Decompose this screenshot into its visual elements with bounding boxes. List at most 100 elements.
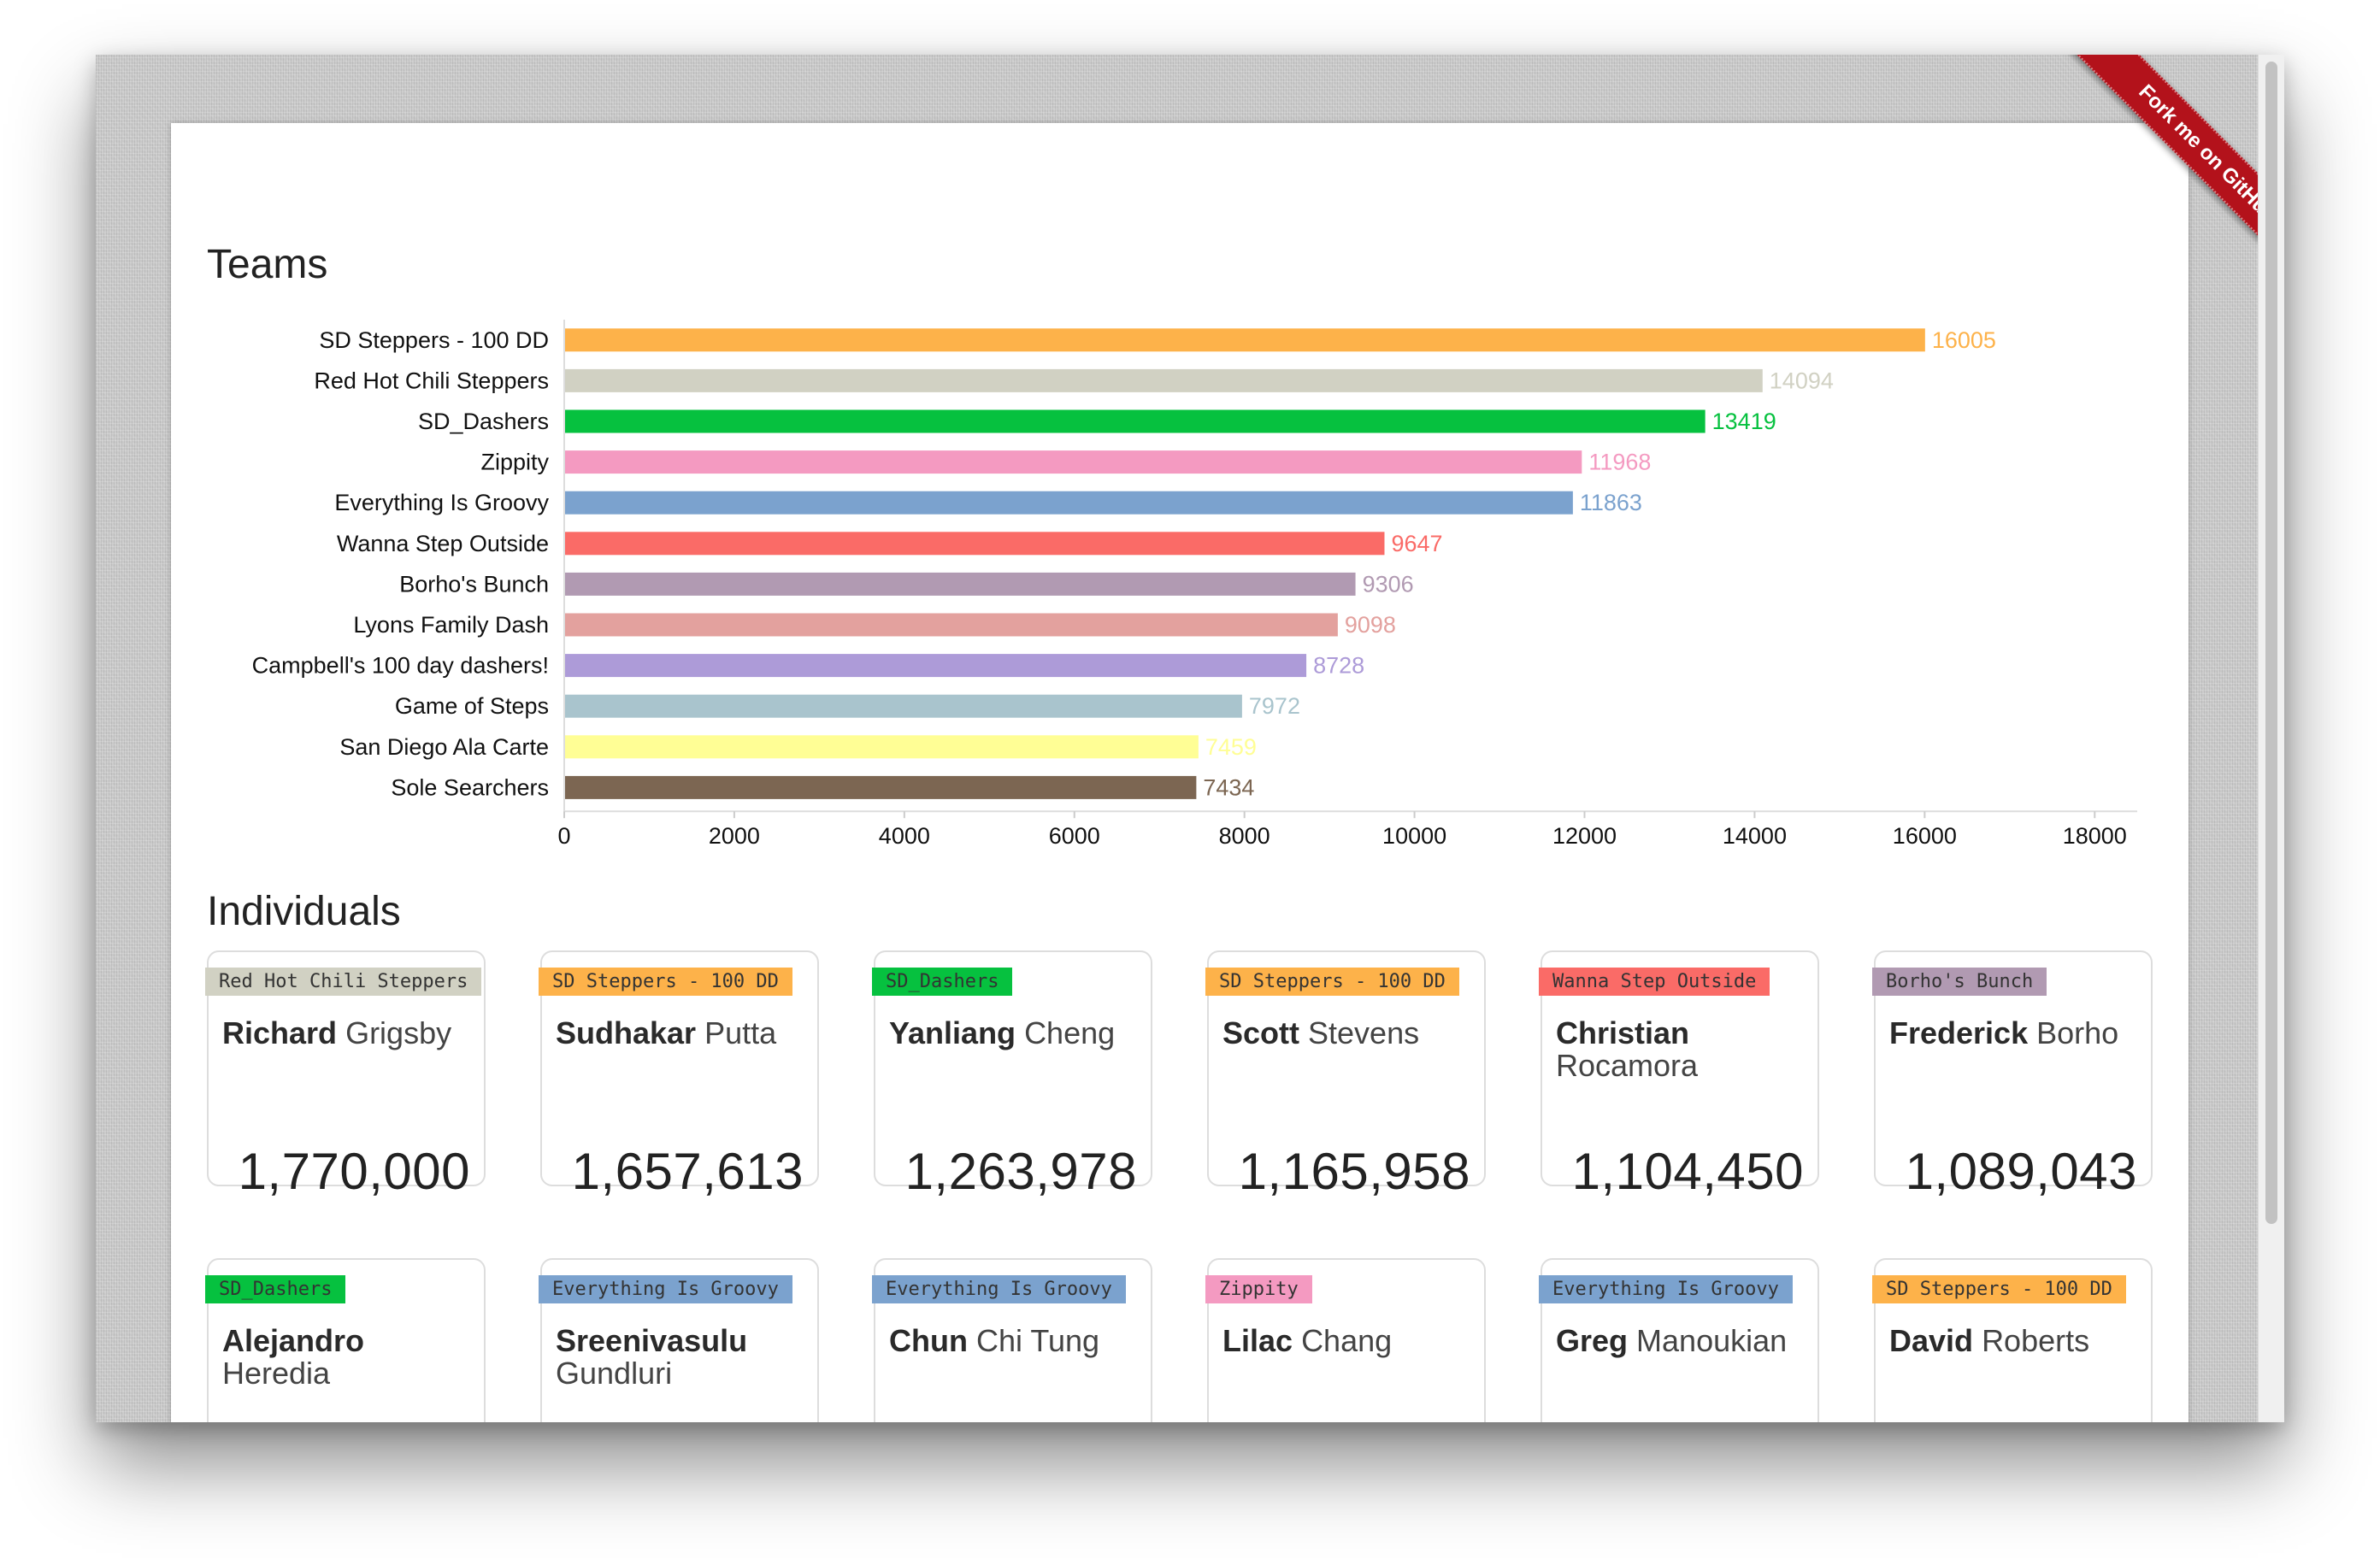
bar	[564, 532, 1385, 556]
individual-card: Everything Is GroovyChun Chi Tung1,052,3…	[872, 1258, 1152, 1422]
x-tick-label: 8000	[1219, 823, 1270, 849]
first-name: Greg	[1556, 1323, 1629, 1358]
bar-value-label: 16005	[1932, 327, 1996, 353]
category-label: SD_Dashers	[418, 409, 549, 434]
individual-card: Red Hot Chili Steppers Richard Grigsby 1,7…	[205, 950, 486, 1200]
person-name: Sudhakar Putta	[556, 1017, 807, 1050]
team-tag: SD Steppers - 100 DD	[1205, 968, 1459, 996]
first-name: Lilac	[1222, 1323, 1293, 1358]
vertical-scrollbar[interactable]	[2258, 55, 2284, 1422]
bar-value-label: 7434	[1203, 774, 1254, 800]
x-tick-label: 14000	[1723, 823, 1787, 849]
person-name: Scott Stevens	[1222, 1017, 1474, 1050]
bar	[564, 735, 1199, 759]
bar-value-label: 8728	[1313, 653, 1364, 679]
category-label: San Diego Ala Carte	[339, 734, 549, 760]
individuals-heading: Individuals	[207, 889, 401, 934]
individual-card: SD_Dashers Yanliang Cheng 1,263,978	[872, 950, 1152, 1200]
person-name: Frederick Borho	[1889, 1017, 2141, 1050]
category-label: Game of Steps	[395, 693, 549, 719]
step-count: 1,263,978	[904, 1143, 1137, 1200]
first-name: Christian	[1556, 1015, 1690, 1050]
bar-value-label: 11863	[1580, 490, 1642, 515]
team-tag: Everything Is Groovy	[1539, 1275, 1793, 1303]
last-name: Gundluri	[556, 1356, 673, 1391]
last-name: Heredia	[222, 1356, 331, 1391]
x-tick-label: 4000	[879, 823, 930, 849]
last-name: Cheng	[1024, 1015, 1116, 1050]
bar	[564, 613, 1338, 637]
x-tick-label: 0	[557, 823, 570, 849]
last-name: Chang	[1301, 1323, 1393, 1358]
team-tag: Everything Is Groovy	[539, 1275, 792, 1303]
person-name: Christian Rocamora	[1556, 1017, 1807, 1082]
x-tick-label: 12000	[1552, 823, 1617, 849]
team-tag: SD_Dashers	[872, 968, 1013, 996]
bar-value-label: 9098	[1345, 612, 1396, 638]
bar	[564, 368, 1763, 392]
x-tick-label: 2000	[709, 823, 760, 849]
first-name: Sudhakar	[556, 1015, 697, 1050]
x-tick-label: 16000	[1893, 823, 1957, 849]
team-tag: SD Steppers - 100 DD	[539, 968, 792, 996]
bar	[564, 654, 1307, 678]
first-name: Sreenivasulu	[556, 1323, 748, 1358]
last-name: Putta	[704, 1015, 777, 1050]
first-name: Scott	[1222, 1015, 1299, 1050]
bar-value-label: 7972	[1249, 693, 1300, 719]
bar-value-label: 7459	[1205, 734, 1257, 760]
bar	[564, 328, 1925, 352]
individual-card: ZippityLilac Chang969,973	[1205, 1258, 1486, 1422]
fork-on-github-link[interactable]: Fork me on GitHub	[2065, 55, 2259, 297]
bar	[564, 694, 1242, 718]
team-tag: Everything Is Groovy	[872, 1275, 1126, 1303]
step-count: 1,770,000	[238, 1143, 470, 1200]
category-label: SD Steppers - 100 DD	[319, 327, 549, 353]
bar-value-label: 13419	[1712, 409, 1776, 434]
bar-value-label: 9647	[1391, 531, 1442, 556]
step-count: 1,165,958	[1238, 1143, 1470, 1200]
first-name: Frederick	[1889, 1015, 2029, 1050]
bar-value-label: 14094	[1770, 368, 1834, 393]
first-name: Chun	[889, 1323, 968, 1358]
step-count: 1,657,613	[571, 1143, 804, 1200]
x-tick-label: 6000	[1049, 823, 1100, 849]
step-count: 1,104,450	[1571, 1143, 1804, 1200]
github-ribbon: Fork me on GitHub	[2002, 55, 2259, 311]
team-tag: Red Hot Chili Steppers	[205, 968, 482, 996]
category-label: Borho's Bunch	[399, 571, 549, 597]
team-tag: Wanna Step Outside	[1539, 968, 1770, 996]
category-label: Red Hot Chili Steppers	[314, 368, 549, 393]
first-name: David	[1889, 1323, 1974, 1358]
step-count: 1,089,043	[1905, 1143, 2137, 1200]
teams-bar-chart: SD Steppers - 100 DD 16005 Red Hot Chili S…	[252, 320, 2137, 849]
category-label: Sole Searchers	[391, 774, 549, 800]
individual-card: SD_DashersAlejandro Heredia1,075,153	[205, 1258, 486, 1422]
individual-card: Borho's Bunch Frederick Borho 1,089,043	[1872, 950, 2153, 1200]
x-tick-label: 10000	[1382, 823, 1446, 849]
person-name: Chun Chi Tung	[889, 1325, 1140, 1357]
person-name: Greg Manoukian	[1556, 1325, 1807, 1357]
last-name: Borho	[2036, 1015, 2119, 1050]
person-name: Alejandro Heredia	[222, 1325, 474, 1390]
team-tag: Zippity	[1205, 1275, 1312, 1303]
person-name: Sreenivasulu Gundluri	[556, 1325, 807, 1390]
individual-card: SD Steppers - 100 DDDavid Roberts941,508	[1872, 1258, 2153, 1422]
person-name: Yanliang Cheng	[889, 1017, 1140, 1050]
last-name: Roberts	[1982, 1323, 2090, 1358]
bar-value-label: 9306	[1363, 571, 1414, 597]
scrollbar-thumb[interactable]	[2265, 62, 2277, 1224]
last-name: Grigsby	[345, 1015, 452, 1050]
bar	[564, 450, 1582, 474]
x-tick-label: 18000	[2063, 823, 2127, 849]
category-label: Campbell's 100 day dashers!	[252, 653, 549, 679]
app-window: Teams SD Steppers - 100 DD 16005 Red Hot C…	[96, 55, 2284, 1422]
team-tag: Borho's Bunch	[1872, 968, 2047, 996]
bar	[564, 572, 1356, 596]
bar	[564, 775, 1197, 799]
page-content: Teams SD Steppers - 100 DD 16005 Red Hot C…	[171, 123, 2189, 1422]
first-name: Yanliang	[889, 1015, 1016, 1050]
category-label: Wanna Step Outside	[337, 531, 549, 556]
category-label: Lyons Family Dash	[353, 612, 549, 638]
individual-card: Everything Is Groovy Sreenivasulu Gundlur…	[539, 1258, 819, 1422]
